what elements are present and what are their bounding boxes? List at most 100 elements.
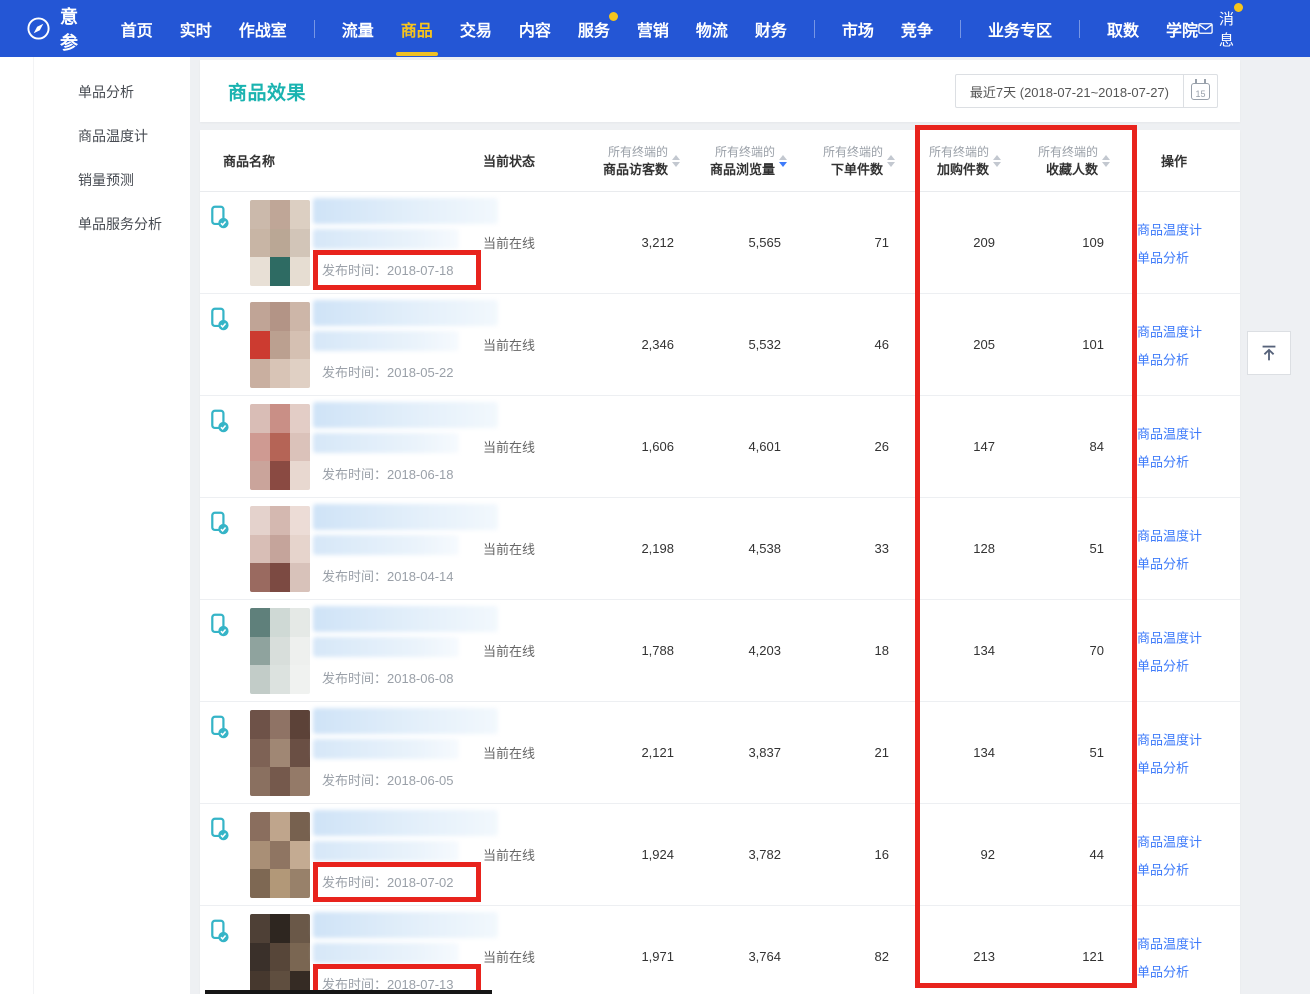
product-title-blurred[interactable] [313,300,498,351]
action-link[interactable]: 单品分析 [1137,451,1202,470]
image-pixel [250,257,270,286]
image-pixel [270,767,290,796]
sort-asc-icon[interactable] [993,155,1001,160]
action-link[interactable]: 商品温度计 [1137,321,1202,340]
nav-item[interactable]: 市场 [842,17,874,41]
nav-item[interactable]: 学院 [1166,17,1198,41]
metric-value: 71 [789,192,889,293]
product-title-blurred[interactable] [313,198,498,249]
nav-item[interactable]: 作战室 [239,17,287,41]
metric-header-label: 收藏人数 [1038,161,1098,178]
title-line-blurred [313,810,498,836]
sidebar-item[interactable]: 商品温度计 [34,114,190,158]
image-pixel [250,869,270,898]
product-image[interactable] [250,302,310,388]
brand[interactable]: 生意参谋 [26,0,89,81]
sidebar-item[interactable]: 单品服务分析 [34,202,190,246]
image-pixel [270,331,290,360]
product-image[interactable] [250,506,310,592]
title-line-blurred [313,637,459,657]
action-link[interactable]: 商品温度计 [1137,729,1202,748]
product-image[interactable] [250,404,310,490]
metric-value: 16 [789,804,889,905]
nav-item[interactable]: 交易 [460,17,492,41]
image-pixel [290,767,310,796]
sidebar-item[interactable]: 销量预测 [34,158,190,202]
sort-desc-icon[interactable] [993,162,1001,167]
metric-value: 51 [1004,498,1104,599]
sort-asc-icon[interactable] [779,155,787,160]
sort-arrows[interactable] [1102,155,1110,167]
mobile-verified-icon [211,715,229,745]
nav-item[interactable]: 业务专区 [988,17,1052,41]
image-pixel [270,914,290,943]
product-title-blurred[interactable] [313,402,498,453]
action-link[interactable]: 单品分析 [1137,247,1202,266]
product-title-blurred[interactable] [313,810,498,861]
calendar-button[interactable]: 15 [1184,75,1217,107]
action-link[interactable]: 商品温度计 [1137,933,1202,952]
metric-value: 46 [789,294,889,395]
product-image[interactable] [250,914,310,994]
product-image[interactable] [250,200,310,286]
sort-arrows[interactable] [779,155,787,167]
image-pixel [270,637,290,666]
metric-column-header: 所有终端的收藏人数 [1002,130,1112,191]
back-to-top-button[interactable] [1247,331,1291,375]
app-window: 生意参谋 首页 实时 作战室 流量 商品 交易 内容 服务 营销 物流 财务 市场 竞争 业务专区 取数 学院… [0,0,1310,994]
nav-item[interactable]: 首页 [121,17,153,41]
metric-header-text: 所有终端的加购件数 [929,144,1003,178]
nav-item[interactable]: 财务 [755,17,787,41]
status-cell: 当前在线 [483,294,573,395]
nav-item[interactable]: 服务 [578,17,610,41]
product-title-blurred[interactable] [313,708,498,759]
image-pixel [250,404,270,433]
nav-item[interactable]: 流量 [342,17,374,41]
action-link[interactable]: 单品分析 [1137,349,1202,368]
nav-item[interactable]: 竞争 [901,17,933,41]
nav-item[interactable]: 内容 [519,17,551,41]
nav-item[interactable]: 物流 [696,17,728,41]
nav-item[interactable]: 取数 [1107,17,1139,41]
action-link[interactable]: 商品温度计 [1137,627,1202,646]
product-image[interactable] [250,812,310,898]
sort-asc-icon[interactable] [1102,155,1110,160]
action-link[interactable]: 单品分析 [1137,757,1202,776]
action-link[interactable]: 单品分析 [1137,859,1202,878]
sidebar: 单品分析商品温度计销量预测单品服务分析 [0,57,190,994]
sort-desc-icon[interactable] [779,162,787,167]
image-pixel [250,767,270,796]
nav-item[interactable]: 商品 [401,17,433,41]
cropped-row-edge [205,990,492,994]
status-cell: 当前在线 [483,804,573,905]
sort-arrows[interactable] [993,155,1001,167]
message-button[interactable]: 消息 [1198,8,1234,50]
action-link[interactable]: 单品分析 [1137,553,1202,572]
product-image[interactable] [250,608,310,694]
image-pixel [290,229,310,258]
nav-item[interactable]: 营销 [637,17,669,41]
image-pixel [290,869,310,898]
table-row: 发布时间：2018-05-22当前在线2,3465,53246205101商品温… [200,294,1240,396]
image-pixel [270,404,290,433]
metric-value: 147 [895,396,995,497]
product-title-blurred[interactable] [313,912,498,963]
action-link[interactable]: 单品分析 [1137,961,1202,980]
image-pixel [290,665,310,694]
image-pixel [290,710,310,739]
action-link[interactable]: 商品温度计 [1137,423,1202,442]
product-title-blurred[interactable] [313,504,498,555]
nav-item[interactable]: 实时 [180,17,212,41]
product-image[interactable] [250,710,310,796]
compass-logo-icon [26,16,51,41]
action-link[interactable]: 商品温度计 [1137,219,1202,238]
image-pixel [250,914,270,943]
metric-value: 3,782 [681,804,781,905]
date-range-picker[interactable]: 最近7天 (2018-07-21~2018-07-27) 15 [955,74,1218,108]
action-link[interactable]: 单品分析 [1137,655,1202,674]
action-link[interactable]: 商品温度计 [1137,525,1202,544]
product-title-blurred[interactable] [313,606,498,657]
publish-date-annotated: 发布时间：2018-07-18 [322,260,454,279]
action-link[interactable]: 商品温度计 [1137,831,1202,850]
sort-desc-icon[interactable] [1102,162,1110,167]
